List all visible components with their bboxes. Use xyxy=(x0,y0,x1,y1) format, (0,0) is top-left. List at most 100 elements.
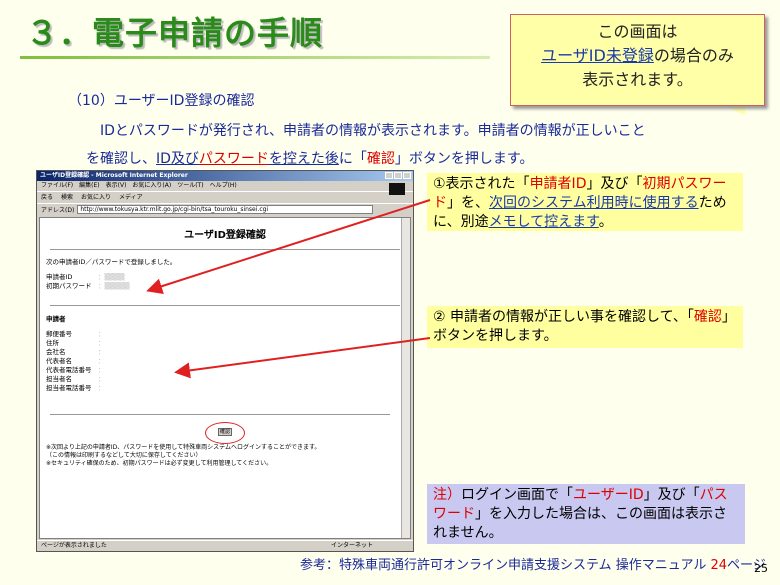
menu-file[interactable]: ファイル(F) xyxy=(41,181,73,191)
a1-note-down: メモして控えます xyxy=(488,214,599,230)
browser-titlebar: ユーザID登録確認 - Microsoft Internet Explorer xyxy=(37,171,413,181)
browser-content: ユーザID登録確認 次の申請者ID／パスワードで登録しました。 申請者ID ：▒▒… xyxy=(39,217,411,539)
a1-text: 」及び「 xyxy=(586,176,643,192)
id-row: 申請者ID ：▒▒▒▒ xyxy=(40,273,410,282)
desc-text: を確認し、 xyxy=(86,151,156,167)
note-line: ※セキュリティ確保のため、初期パスワードは必ず変更して利用管理してください。 xyxy=(46,460,273,467)
page-notes: ※次回より上記の申請者ID、パスワードを使用して特殊車両システムへログインするこ… xyxy=(46,444,320,468)
applicant-section-title: 申請者 xyxy=(46,315,66,323)
field-label: 担当者電話番号 xyxy=(46,384,92,392)
description-line2: を確認し、ID及びパスワードを控えた後に「確認」ボタンを押します。 xyxy=(86,148,534,168)
password-row: 初期パスワード ：▒▒▒▒▒ xyxy=(40,282,410,291)
field-label: 郵便番号 xyxy=(46,330,72,338)
browser-window: ユーザID登録確認 - Microsoft Internet Explorer … xyxy=(36,170,414,552)
slide-title: ３．電子申請の手順 xyxy=(26,14,324,52)
callout-highlight: ユーザID未登録 xyxy=(541,46,654,65)
maximize-icon[interactable] xyxy=(394,172,402,179)
address-input[interactable]: http://www.tokusya.ktr.mlit.go.jp/cgi-bi… xyxy=(77,205,373,214)
description-line1: IDとパスワードが発行され、申請者の情報が表示されます。申請者の情報が正しいこと xyxy=(100,123,646,139)
page-intro: 次の申請者ID／パスワードで登録しました。 xyxy=(46,258,177,266)
status-zone: インターネット xyxy=(330,542,373,549)
menu-view[interactable]: 表示(V) xyxy=(106,181,127,191)
field-label: 代表者名 xyxy=(46,357,72,365)
field-row: 住所 ： xyxy=(40,339,410,348)
field-row: 代表者電話番号 ： xyxy=(40,366,410,375)
field-row: 担当者電話番号 ： xyxy=(40,384,410,393)
windows-logo-icon xyxy=(389,183,405,195)
close-icon[interactable] xyxy=(403,172,411,179)
footer-page-ref: 24 xyxy=(710,558,728,573)
password-value-redacted: ：▒▒▒▒▒ xyxy=(98,282,130,290)
menu-help[interactable]: ヘルプ(H) xyxy=(210,181,237,191)
field-value: ： xyxy=(98,348,105,356)
a1-text: 」を、 xyxy=(447,195,489,211)
divider xyxy=(50,249,400,250)
browser-menubar: ファイル(F) 編集(E) 表示(V) お気に入り(A) ツール(T) ヘルプ(… xyxy=(37,181,413,191)
menu-edit[interactable]: 編集(E) xyxy=(79,181,99,191)
callout-line1: この画面は xyxy=(597,22,678,41)
a1-text: 。 xyxy=(598,214,613,230)
a3-user-id: ユーザーID xyxy=(573,487,644,503)
field-value: ： xyxy=(98,366,105,374)
address-bar: アドレス(D) http://www.tokusya.ktr.mlit.go.j… xyxy=(37,203,413,215)
a3-note-mark: 注） xyxy=(433,487,461,503)
confirm-button[interactable]: 確認 xyxy=(218,428,232,436)
a3-text: ログイン画面で「 xyxy=(461,487,573,503)
desc-text: に「 xyxy=(338,151,367,167)
note-line: （この情報は印刷するなどして大切に保存してください） xyxy=(46,452,202,459)
minimize-icon[interactable] xyxy=(385,172,393,179)
back-button[interactable]: 戻る xyxy=(41,192,53,203)
note-line: ※次回より上記の申請者ID、パスワードを使用して特殊車両システムへログインするこ… xyxy=(46,444,321,451)
callout-line2: ユーザID未登録の場合のみ xyxy=(511,44,764,68)
scrollbar[interactable] xyxy=(401,218,410,538)
field-value: ： xyxy=(98,384,105,392)
desc-after-underlined: を控えた後 xyxy=(268,151,339,167)
a2-confirm: 確認 xyxy=(693,309,722,325)
divider xyxy=(50,305,400,306)
status-bar: ページが表示されました インターネット xyxy=(37,540,413,551)
field-value: ： xyxy=(98,330,105,338)
field-label: 住所 xyxy=(46,339,59,347)
a2-text: ② 申請者の情報が正しい事を確認して、「 xyxy=(433,309,694,325)
callout-line3: 表示されます。 xyxy=(582,70,693,89)
footer-reference: 参考：特殊車両通行許可オンライン申請支援システム 操作マニュアル 24ページ xyxy=(300,554,766,573)
a1-text: ①表示された「 xyxy=(433,176,530,192)
page-heading: ユーザID登録確認 xyxy=(184,230,266,241)
field-row: 担当者名 ： xyxy=(40,375,410,384)
field-label: 担当者名 xyxy=(46,375,72,383)
field-row: 代表者名 ： xyxy=(40,357,410,366)
browser-toolbar: 戻る 検索 お気に入り メディア xyxy=(37,191,413,203)
desc-text: 」ボタンを押します。 xyxy=(394,151,534,167)
id-label: 申請者ID xyxy=(46,273,73,281)
a1-next-use: 次回のシステム利用時に使用する xyxy=(489,195,699,211)
password-label: 初期パスワード xyxy=(46,282,92,290)
field-row: 郵便番号 ： xyxy=(40,330,410,339)
desc-id-underlined: ID及び xyxy=(156,151,199,167)
annotation-step2: ② 申請者の情報が正しい事を確認して、「確認」ボタンを押します。 xyxy=(427,306,743,348)
page-number: 25 xyxy=(754,562,768,575)
field-label: 会社名 xyxy=(46,348,66,356)
favorites-button[interactable]: お気に入り xyxy=(81,192,111,203)
status-text: ページが表示されました xyxy=(41,542,107,549)
search-button[interactable]: 検索 xyxy=(61,192,73,203)
desc-password-underlined: パスワード xyxy=(198,151,269,167)
callout-note: この画面は ユーザID未登録の場合のみ 表示されます。 xyxy=(510,14,765,106)
menu-favorites[interactable]: お気に入り(A) xyxy=(132,181,171,191)
address-label: アドレス(D) xyxy=(41,207,75,214)
field-value: ： xyxy=(98,375,105,383)
field-value: ： xyxy=(98,339,105,347)
field-value: ： xyxy=(98,357,105,365)
annotation-note: 注）ログイン画面で「ユーザーID」及び「パスワード」を入力した場合は、この画面は… xyxy=(427,484,745,544)
section-heading: （10）ユーザーID登録の確認 xyxy=(68,93,255,109)
menu-tools[interactable]: ツール(T) xyxy=(177,181,203,191)
desc-confirm-highlight: 確認 xyxy=(366,151,395,167)
footer-text: 参考：特殊車両通行許可オンライン申請支援システム 操作マニュアル xyxy=(300,558,711,573)
a1-applicant-id: 申請者ID xyxy=(529,176,587,192)
callout-line2-rest: の場合のみ xyxy=(653,46,734,65)
field-label: 代表者電話番号 xyxy=(46,366,92,374)
field-row: 会社名 ： xyxy=(40,348,410,357)
a3-text: 」及び「 xyxy=(643,487,700,503)
media-button[interactable]: メディア xyxy=(119,192,143,203)
id-value-redacted: ：▒▒▒▒ xyxy=(98,273,125,281)
title-underline xyxy=(20,56,490,59)
